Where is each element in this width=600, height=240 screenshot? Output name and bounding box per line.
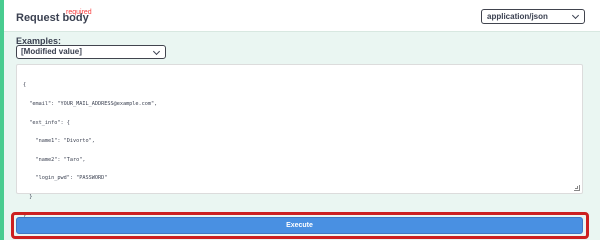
request-body-editor[interactable]: { "email": "YOUR_MAIL_ADDRESS@example.co… <box>16 64 583 219</box>
code-line: "login_pwd": "PASSWORD" <box>23 175 108 182</box>
content-type-select[interactable]: application/json <box>481 9 585 24</box>
examples-selected-value: [Modified value] <box>21 47 82 56</box>
required-marker: required <box>66 9 92 16</box>
code-line: "ext_info": { <box>23 119 70 126</box>
code-line: "name1": "Divorto", <box>23 138 95 145</box>
code-line: } <box>23 193 33 200</box>
chevron-down-icon <box>571 11 580 20</box>
code-line: "name2": "Taro", <box>23 156 86 163</box>
execute-button[interactable]: Execute <box>16 217 583 234</box>
examples-select[interactable]: [Modified value] <box>16 45 166 59</box>
request-body-header: Request body required application/json <box>4 0 600 32</box>
chevron-down-icon <box>152 47 161 56</box>
code-line: "email": "YOUR_MAIL_ADDRESS@example.com"… <box>23 101 158 107</box>
panel-left-border <box>0 0 4 240</box>
content-type-value: application/json <box>487 12 548 21</box>
resize-handle-icon[interactable] <box>574 185 580 191</box>
code-line: { <box>23 82 27 89</box>
